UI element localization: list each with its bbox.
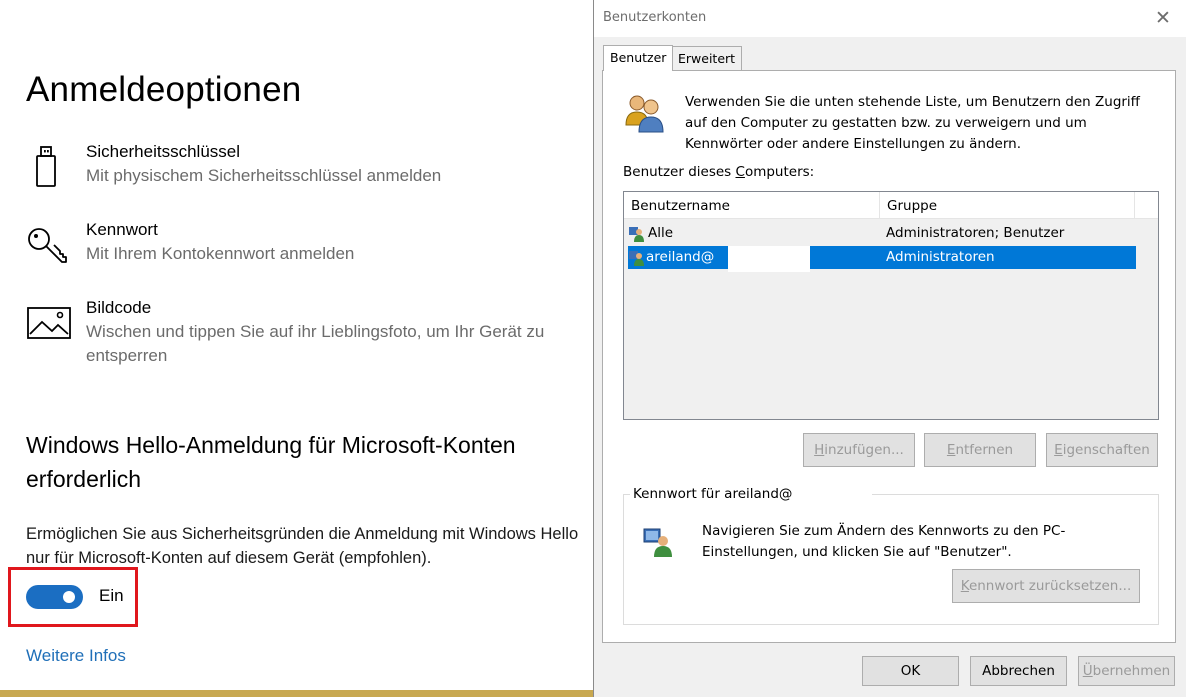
table-row-selected[interactable]: areiland@ Administratoren xyxy=(628,246,1136,272)
column-header-group[interactable]: Gruppe xyxy=(880,192,1135,219)
password-groupbox: Kennwort für areiland@ Navigieren Sie zu… xyxy=(623,485,1159,625)
user-group-cell: Administratoren xyxy=(886,249,995,265)
cancel-button[interactable]: Abbrechen xyxy=(970,656,1067,686)
option-password[interactable]: Kennwort Mit Ihrem Kontokennwort anmelde… xyxy=(26,218,586,268)
add-user-button[interactable]: Hinzufügen... xyxy=(803,433,915,467)
user-name-cell: areiland@ xyxy=(646,249,715,265)
password-group-text: Navigieren Sie zum Ändern des Kennworts … xyxy=(702,523,1066,560)
toggle-label: Ein xyxy=(99,586,124,605)
option-description: Wischen und tippen Sie auf ihr Lieblings… xyxy=(86,322,545,365)
users-list-label: Benutzer dieses Computers: xyxy=(623,164,815,180)
option-name: Sicherheitsschlüssel xyxy=(86,142,241,161)
user-icon xyxy=(629,251,644,266)
table-row[interactable]: Alle Administratoren; Benutzer xyxy=(628,222,1136,245)
user-icon xyxy=(629,227,644,242)
intro-text: Verwenden Sie die unten stehende Liste, … xyxy=(685,94,1140,152)
apply-button[interactable]: Übernehmen xyxy=(1078,656,1175,686)
close-icon[interactable]: ✕ xyxy=(1152,7,1174,29)
option-name: Kennwort xyxy=(86,220,158,239)
hello-toggle-switch[interactable] xyxy=(26,585,83,609)
tab-erweitert[interactable]: Erweitert xyxy=(671,46,743,70)
hello-section-description: Ermöglichen Sie aus Sicherheitsgründen d… xyxy=(26,525,579,567)
page-title: Anmeldeoptionen xyxy=(26,70,302,109)
tab-benutzer[interactable]: Benutzer xyxy=(603,45,674,71)
user-name-cell: Alle xyxy=(648,225,674,241)
option-security-key[interactable]: Sicherheitsschlüssel Mit physischem Sich… xyxy=(26,140,586,190)
more-info-link[interactable]: Weitere Infos xyxy=(26,646,126,666)
hello-section-title: Windows Hello-Anmeldung für Microsoft-Ko… xyxy=(26,432,516,492)
column-header-username[interactable]: Benutzername xyxy=(624,192,880,219)
dialog-title: Benutzerkonten xyxy=(603,10,707,25)
redaction-overlay xyxy=(728,246,810,272)
ok-button[interactable]: OK xyxy=(862,656,959,686)
properties-button[interactable]: Eigenschaften xyxy=(1046,433,1158,467)
redaction-overlay xyxy=(792,485,872,503)
reset-password-button[interactable]: Kennwort zurücksetzen... xyxy=(952,569,1140,603)
user-accounts-dialog: Benutzerkonten ✕ Benutzer Erweitert Verw… xyxy=(593,0,1186,697)
user-group-cell: Administratoren; Benutzer xyxy=(886,225,1065,241)
pc-settings-user-icon xyxy=(643,528,672,557)
listview-header: Benutzername Gruppe xyxy=(624,192,1158,219)
settings-page: Anmeldeoptionen Sicherheitsschlüssel Mit… xyxy=(0,0,593,697)
picture-icon xyxy=(27,307,71,339)
users-listview[interactable]: Benutzername Gruppe Alle Administratoren… xyxy=(623,191,1159,420)
password-group-legend: Kennwort für areiland@ xyxy=(630,486,796,502)
tab-panel-benutzer: Verwenden Sie die unten stehende Liste, … xyxy=(602,70,1176,643)
dialog-titlebar[interactable]: Benutzerkonten ✕ xyxy=(594,0,1186,37)
users-group-icon xyxy=(625,95,664,133)
toggle-knob xyxy=(63,591,75,603)
option-description: Mit physischem Sicherheitsschlüssel anme… xyxy=(86,166,442,185)
usb-key-icon xyxy=(36,146,56,187)
taskbar-strip xyxy=(0,690,593,697)
option-picture-password[interactable]: Bildcode Wischen und tippen Sie auf ihr … xyxy=(26,296,586,372)
key-icon xyxy=(28,228,67,263)
option-name: Bildcode xyxy=(86,298,152,317)
option-description: Mit Ihrem Kontokennwort anmelden xyxy=(86,244,355,263)
remove-user-button[interactable]: Entfernen xyxy=(924,433,1036,467)
